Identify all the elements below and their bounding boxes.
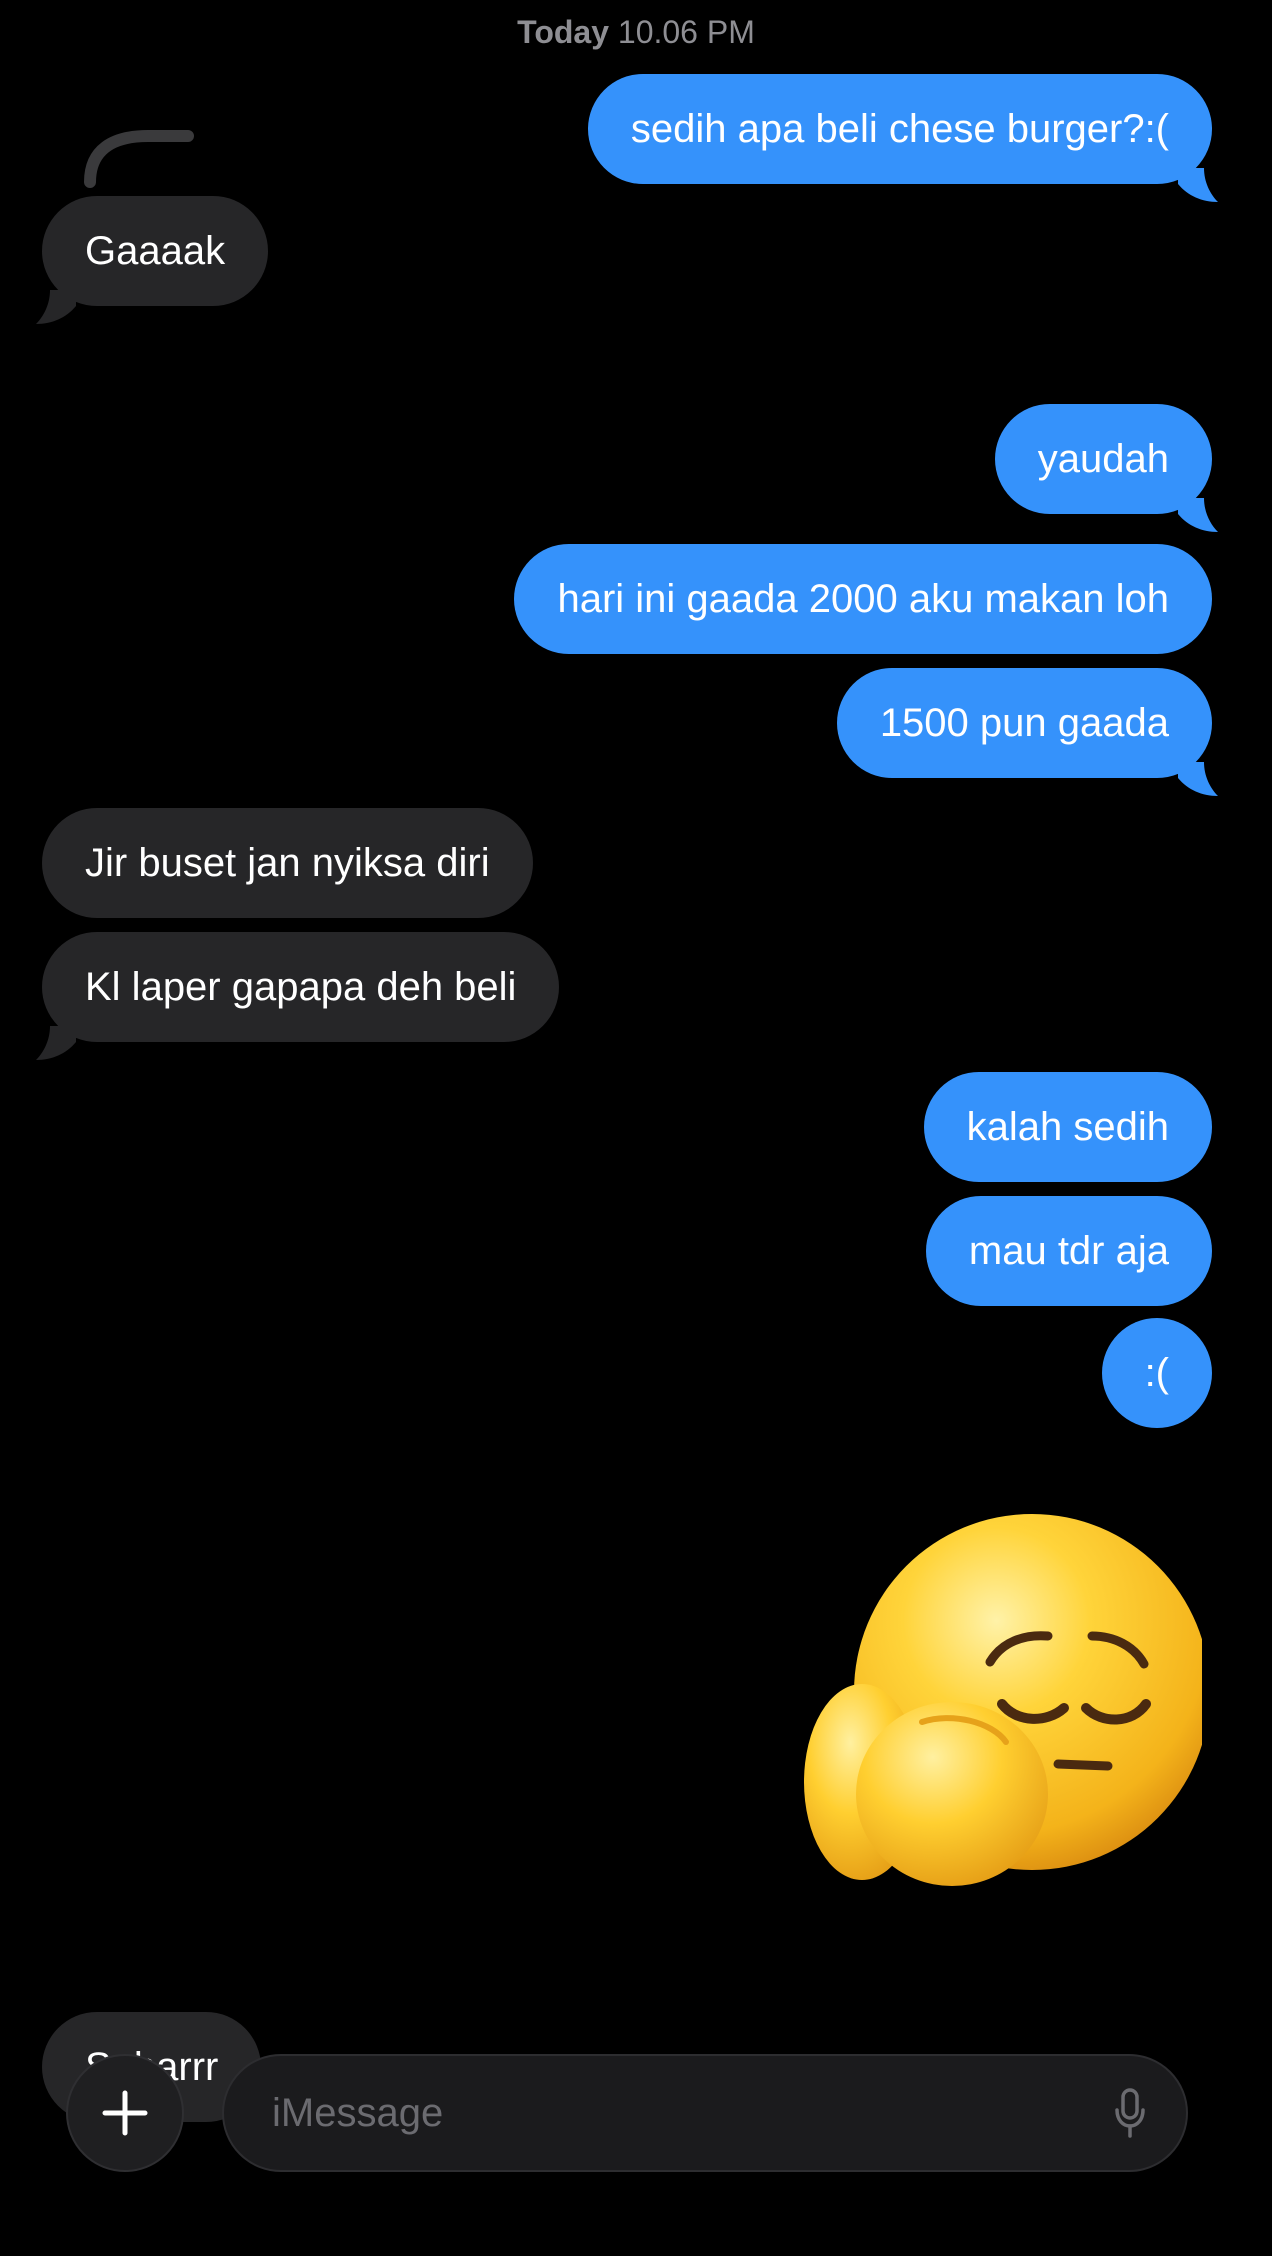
conversation-timestamp: Today 10.06 PM [0,12,1272,52]
bubble-tail [36,290,76,324]
message-bubble-incoming[interactable]: Kl laper gapapa deh beli [42,932,560,1042]
pensive-emoji-sticker[interactable] [802,1512,1202,1892]
bubble-tail [36,1026,76,1060]
timestamp-time: 10.06 PM [617,14,755,50]
bubble-tail [1178,498,1218,532]
microphone-icon[interactable] [1114,2088,1146,2140]
add-attachment-button[interactable] [66,2054,184,2172]
message-bubble-outgoing[interactable]: mau tdr aja [925,1196,1212,1306]
message-bubble-outgoing[interactable]: sedih apa beli chese burger?:( [587,74,1212,184]
message-bubble-outgoing[interactable]: kalah sedih [923,1072,1212,1182]
message-bubble-outgoing[interactable]: :( [1101,1318,1212,1428]
message-input-placeholder: iMessage [272,2091,444,2135]
message-bubble-incoming[interactable]: Jir buset jan nyiksa diri [42,808,533,918]
timestamp-day: Today [517,14,609,50]
message-input-field[interactable]: iMessage [222,2054,1188,2172]
reply-thread-connector [84,130,194,188]
bubble-tail [1178,762,1218,796]
message-bubble-outgoing[interactable]: 1500 pun gaada [836,668,1212,778]
message-bubble-outgoing[interactable]: hari ini gaada 2000 aku makan loh [514,544,1212,654]
bubble-tail [1178,168,1218,202]
plus-icon [102,2090,148,2136]
